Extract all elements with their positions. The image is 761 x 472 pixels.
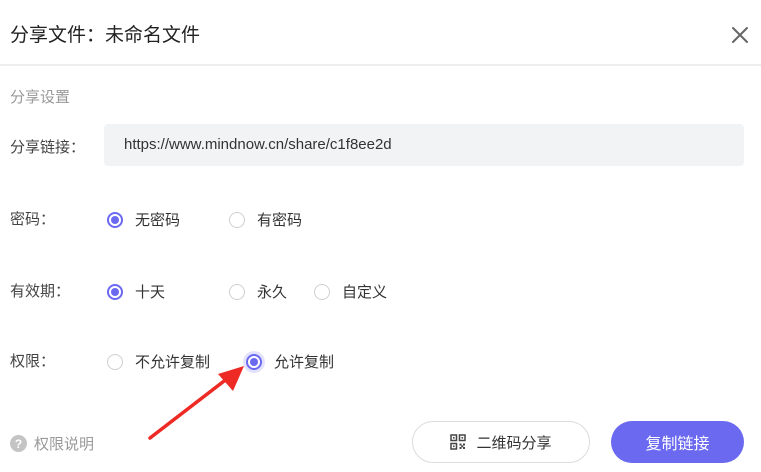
radio-label: 允许复制 xyxy=(274,353,335,371)
radio-circle xyxy=(314,283,330,300)
dialog-header: 分享文件：未命名文件 xyxy=(0,0,761,66)
share-dialog: 分享文件：未命名文件 分享设置 分享链接： https://www.mindno… xyxy=(0,0,761,472)
radio-circle xyxy=(107,211,123,228)
radio-ten-days[interactable]: 十天 xyxy=(107,281,165,302)
close-button[interactable] xyxy=(727,22,753,48)
radio-circle xyxy=(107,283,123,300)
question-icon: ? xyxy=(10,435,27,452)
radio-has-password[interactable]: 有密码 xyxy=(229,209,302,230)
radio-label: 自定义 xyxy=(342,283,388,301)
permission-help-link[interactable]: ? 权限说明 xyxy=(10,433,94,454)
radio-allow-copy[interactable]: 允许复制 xyxy=(246,351,334,372)
radio-custom[interactable]: 自定义 xyxy=(314,281,387,302)
share-link-field[interactable]: https://www.mindnow.cn/share/c1f8ee2d xyxy=(104,124,744,166)
copy-link-button[interactable]: 复制链接 xyxy=(611,421,744,463)
radio-label: 有密码 xyxy=(257,211,303,229)
radio-permanent[interactable]: 永久 xyxy=(229,281,287,302)
section-title: 分享设置 xyxy=(10,88,71,106)
qr-share-button[interactable]: 二维码分享 xyxy=(412,421,590,463)
qr-share-label: 二维码分享 xyxy=(476,433,552,452)
annotation-arrow-icon xyxy=(148,366,244,440)
radio-no-password[interactable]: 无密码 xyxy=(107,209,180,230)
radio-circle xyxy=(229,211,245,228)
password-label: 密码： xyxy=(10,210,56,228)
share-link-label: 分享链接： xyxy=(10,138,86,156)
validity-label: 有效期： xyxy=(10,282,71,300)
permission-help-label: 权限说明 xyxy=(34,435,95,453)
close-icon xyxy=(732,27,748,43)
dialog-title: 分享文件：未命名文件 xyxy=(10,24,201,46)
radio-label: 永久 xyxy=(257,283,288,301)
radio-label: 十天 xyxy=(135,283,166,301)
radio-label: 无密码 xyxy=(135,211,181,229)
radio-circle xyxy=(229,283,245,300)
permission-label: 权限： xyxy=(10,352,56,370)
radio-circle xyxy=(107,353,123,370)
qr-code-icon xyxy=(450,434,467,450)
